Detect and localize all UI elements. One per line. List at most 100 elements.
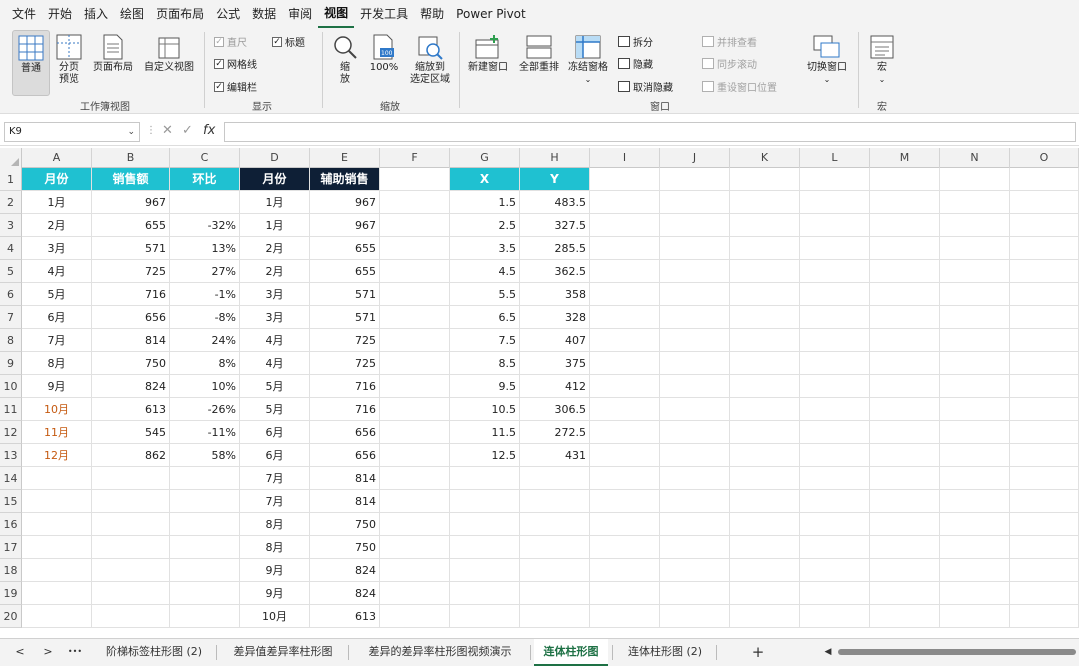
mom-cell[interactable]: -11% bbox=[170, 421, 240, 444]
y-cell[interactable]: 412 bbox=[520, 375, 590, 398]
y-cell[interactable]: 362.5 bbox=[520, 260, 590, 283]
cell[interactable] bbox=[940, 352, 1010, 375]
sales-cell[interactable]: 655 bbox=[92, 214, 170, 237]
cell[interactable] bbox=[660, 191, 730, 214]
cell[interactable] bbox=[520, 513, 590, 536]
cell[interactable] bbox=[660, 398, 730, 421]
cell[interactable] bbox=[800, 421, 870, 444]
aux-month-cell[interactable]: 5月 bbox=[240, 375, 310, 398]
cell[interactable] bbox=[870, 283, 940, 306]
cell[interactable] bbox=[22, 467, 92, 490]
aux-sales-cell[interactable]: 656 bbox=[310, 421, 380, 444]
aux-month-cell[interactable]: 6月 bbox=[240, 444, 310, 467]
column-header[interactable]: F bbox=[380, 148, 450, 168]
cell[interactable] bbox=[730, 559, 800, 582]
cell[interactable] bbox=[380, 513, 450, 536]
sheet-tab[interactable]: 连体柱形图 (2) bbox=[618, 639, 712, 666]
month-cell[interactable]: 1月 bbox=[22, 191, 92, 214]
cell[interactable] bbox=[92, 490, 170, 513]
y-cell[interactable]: 285.5 bbox=[520, 237, 590, 260]
cell[interactable] bbox=[730, 306, 800, 329]
month-cell[interactable]: 12月 bbox=[22, 444, 92, 467]
aux-sales-cell[interactable]: 716 bbox=[310, 398, 380, 421]
cell[interactable] bbox=[450, 582, 520, 605]
cell[interactable] bbox=[730, 352, 800, 375]
table1-header[interactable]: 环比 bbox=[170, 168, 240, 191]
cell[interactable] bbox=[450, 513, 520, 536]
cell[interactable] bbox=[940, 582, 1010, 605]
cell[interactable] bbox=[870, 237, 940, 260]
cell[interactable] bbox=[660, 329, 730, 352]
cell[interactable] bbox=[380, 605, 450, 628]
cell[interactable] bbox=[590, 260, 660, 283]
cell[interactable] bbox=[1010, 375, 1079, 398]
cell[interactable] bbox=[92, 513, 170, 536]
row-header[interactable]: 19 bbox=[0, 582, 22, 605]
cell[interactable] bbox=[170, 490, 240, 513]
cell[interactable] bbox=[730, 467, 800, 490]
x-cell[interactable]: 1.5 bbox=[450, 191, 520, 214]
table1-header[interactable]: 销售额 bbox=[92, 168, 170, 191]
cell[interactable] bbox=[1010, 168, 1079, 191]
more-options-icon[interactable]: ⋮ bbox=[146, 122, 156, 140]
cell[interactable] bbox=[730, 513, 800, 536]
cell[interactable] bbox=[590, 306, 660, 329]
cell[interactable] bbox=[590, 467, 660, 490]
row-header[interactable]: 15 bbox=[0, 490, 22, 513]
column-header[interactable]: I bbox=[590, 148, 660, 168]
mom-cell[interactable]: -8% bbox=[170, 306, 240, 329]
cell[interactable] bbox=[92, 536, 170, 559]
x-cell[interactable]: 6.5 bbox=[450, 306, 520, 329]
cell[interactable] bbox=[590, 582, 660, 605]
cell[interactable] bbox=[450, 490, 520, 513]
row-header[interactable]: 2 bbox=[0, 191, 22, 214]
row-header[interactable]: 3 bbox=[0, 214, 22, 237]
cell[interactable] bbox=[800, 191, 870, 214]
aux-sales-cell[interactable]: 655 bbox=[310, 260, 380, 283]
cell[interactable] bbox=[660, 306, 730, 329]
month-cell[interactable]: 11月 bbox=[22, 421, 92, 444]
aux-month-cell[interactable]: 7月 bbox=[240, 467, 310, 490]
column-header[interactable]: L bbox=[800, 148, 870, 168]
custom-views-button[interactable]: 自定义视图 bbox=[140, 30, 198, 96]
cell[interactable] bbox=[1010, 214, 1079, 237]
cell[interactable] bbox=[940, 329, 1010, 352]
cell[interactable] bbox=[940, 375, 1010, 398]
cell[interactable] bbox=[800, 283, 870, 306]
sales-cell[interactable]: 656 bbox=[92, 306, 170, 329]
cell[interactable] bbox=[380, 421, 450, 444]
month-cell[interactable]: 8月 bbox=[22, 352, 92, 375]
cell[interactable] bbox=[660, 582, 730, 605]
row-header[interactable]: 9 bbox=[0, 352, 22, 375]
cell[interactable] bbox=[660, 352, 730, 375]
cell[interactable] bbox=[870, 260, 940, 283]
aux-month-cell[interactable]: 8月 bbox=[240, 536, 310, 559]
sheet-tab-active[interactable]: 连体柱形图 bbox=[534, 639, 608, 666]
sales-cell[interactable]: 824 bbox=[92, 375, 170, 398]
cell[interactable] bbox=[660, 283, 730, 306]
cell[interactable] bbox=[170, 536, 240, 559]
row-header[interactable]: 10 bbox=[0, 375, 22, 398]
cell[interactable] bbox=[1010, 260, 1079, 283]
cell[interactable] bbox=[730, 490, 800, 513]
cell[interactable] bbox=[730, 237, 800, 260]
cell[interactable] bbox=[450, 559, 520, 582]
cell[interactable] bbox=[1010, 490, 1079, 513]
cell[interactable] bbox=[660, 375, 730, 398]
cell[interactable] bbox=[520, 582, 590, 605]
row-header[interactable]: 1 bbox=[0, 168, 22, 191]
menu-review[interactable]: 审阅 bbox=[282, 0, 318, 28]
aux-month-cell[interactable]: 6月 bbox=[240, 421, 310, 444]
tab-prev-icon[interactable]: < bbox=[12, 639, 28, 666]
cell[interactable] bbox=[730, 444, 800, 467]
worksheet-grid[interactable]: ABCDEFGHIJKLMNO 1 2 3 4 5 6 7 8 9 10 11 12 13 14 15 16 1… bbox=[0, 148, 1079, 638]
y-cell[interactable]: 328 bbox=[520, 306, 590, 329]
mom-cell[interactable]: -1% bbox=[170, 283, 240, 306]
mom-cell[interactable]: -32% bbox=[170, 214, 240, 237]
x-cell[interactable]: 12.5 bbox=[450, 444, 520, 467]
cell[interactable] bbox=[1010, 329, 1079, 352]
cell[interactable] bbox=[870, 559, 940, 582]
cell[interactable] bbox=[590, 237, 660, 260]
y-cell[interactable]: 407 bbox=[520, 329, 590, 352]
reset-position-button[interactable]: 重设窗口位置 bbox=[702, 79, 777, 94]
